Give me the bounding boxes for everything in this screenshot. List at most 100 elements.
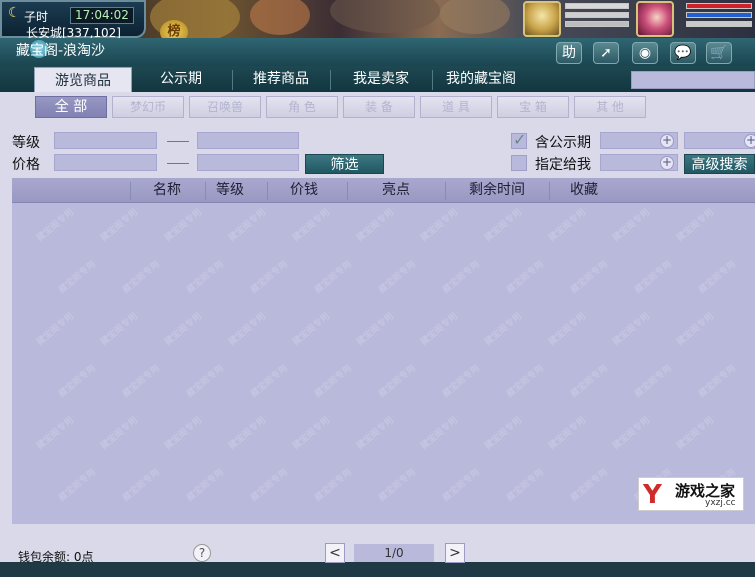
watermark-text: 藏宝阁专用	[377, 467, 418, 504]
column-level[interactable]: 等级	[205, 178, 255, 202]
watermark-text: 藏宝阁专用	[355, 311, 396, 348]
watermark-text: 藏宝阁专用	[121, 467, 162, 504]
watermark-text: 藏宝阁专用	[483, 207, 524, 244]
character-anger-bar	[686, 21, 752, 27]
pet-mp-bar	[565, 12, 629, 18]
watermark-text: 藏宝阁专用	[697, 259, 738, 296]
chat-button[interactable]: 💬	[670, 42, 696, 64]
goods-table: 名称 等级 价钱 亮点 剩余时间 收藏 藏宝阁专用 藏宝阁专用 藏宝阁专用 藏宝阁专用…	[12, 178, 755, 524]
watermark-text: 藏宝阁专用	[377, 363, 418, 400]
filter-button[interactable]: 筛选	[305, 154, 384, 174]
category-chests[interactable]: 宝 箱	[497, 96, 569, 118]
category-all[interactable]: 全 部	[35, 96, 107, 118]
crescent-moon-icon: ☾	[8, 5, 21, 21]
category-roles[interactable]: 角 色	[266, 96, 338, 118]
watermark-text: 藏宝阁专用	[441, 363, 482, 400]
watermark-text: 藏宝阁专用	[633, 363, 674, 400]
advanced-search-button[interactable]: 高级搜索	[684, 154, 755, 174]
game-clock: 17:04:02	[70, 7, 134, 24]
logo-subtext: yxzj.cc	[705, 498, 736, 508]
watermark-text: 藏宝阁专用	[35, 415, 76, 452]
window-title-bar[interactable]: 藏宝阁-浪淘沙 助 ➚ ◉ 💬 🛒	[0, 38, 755, 66]
wallet-balance: 钱包余额: 0点	[18, 550, 94, 564]
prev-page-button[interactable]: <	[325, 543, 345, 563]
column-price[interactable]: 价钱	[267, 178, 341, 202]
column-name[interactable]: 名称	[130, 178, 204, 202]
category-pets[interactable]: 召唤兽	[189, 96, 261, 118]
level-max-input[interactable]	[197, 132, 299, 149]
category-equipment[interactable]: 装 备	[343, 96, 415, 118]
pet-hp-bar	[565, 3, 629, 9]
cart-button[interactable]: 🛒	[706, 42, 732, 64]
record-button[interactable]: ◉	[632, 42, 658, 64]
category-other[interactable]: 其 他	[574, 96, 646, 118]
watermark-text: 藏宝阁专用	[291, 415, 332, 452]
column-remaining-time[interactable]: 剩余时间	[445, 178, 549, 202]
assign-to-me-checkbox[interactable]	[511, 155, 527, 171]
next-page-button[interactable]: >	[445, 543, 465, 563]
category-gold[interactable]: 梦幻币	[112, 96, 184, 118]
tab-seller[interactable]: 我是卖家	[338, 66, 424, 92]
include-public-label: 含公示期	[535, 135, 591, 151]
watermark-text: 藏宝阁专用	[121, 259, 162, 296]
watermark-text: 藏宝阁专用	[185, 363, 226, 400]
watermark-text: 藏宝阁专用	[291, 311, 332, 348]
column-highlights[interactable]: 亮点	[347, 178, 445, 202]
watermark-text: 藏宝阁专用	[675, 415, 716, 452]
tab-browse[interactable]: 游览商品	[34, 67, 132, 93]
tab-public[interactable]: 公示期	[140, 66, 222, 92]
watermark-text: 藏宝阁专用	[121, 363, 162, 400]
watermark-text: 藏宝阁专用	[611, 311, 652, 348]
price-max-input[interactable]	[197, 154, 299, 171]
category-items[interactable]: 道 具	[420, 96, 492, 118]
watermark-text: 藏宝阁专用	[313, 467, 354, 504]
plus-icon[interactable]: +	[660, 156, 674, 170]
share-button[interactable]: ➚	[593, 42, 619, 64]
tab-divider	[330, 70, 331, 90]
plus-icon[interactable]: +	[660, 134, 674, 148]
watermark-text: 藏宝阁专用	[249, 467, 290, 504]
character-hp-bar	[686, 3, 752, 9]
game-scene-background: ☾ 子时 17:04:02 长安城[337,102] 榜	[0, 0, 755, 44]
level-label: 等级	[12, 135, 40, 151]
scene-decoration	[440, 0, 510, 34]
watermark-text: 藏宝阁专用	[675, 311, 716, 348]
shichen-label: 子时	[24, 10, 49, 24]
watermark-text: 藏宝阁专用	[611, 415, 652, 452]
tab-divider	[432, 70, 433, 90]
watermark-text: 藏宝阁专用	[569, 467, 610, 504]
time-location-panel: ☾ 子时 17:04:02 长安城[337,102]	[0, 0, 146, 40]
watermark-text: 藏宝阁专用	[441, 467, 482, 504]
watermark-text: 藏宝阁专用	[35, 207, 76, 244]
watermark-text: 藏宝阁专用	[163, 207, 204, 244]
pet-exp-bar	[565, 21, 629, 27]
scene-decoration	[250, 0, 310, 35]
scene-decoration	[330, 0, 440, 33]
tab-my-pavilion[interactable]: 我的藏宝阁	[438, 66, 524, 92]
watermark-text: 藏宝阁专用	[569, 363, 610, 400]
watermark-text: 藏宝阁专用	[505, 259, 546, 296]
pet-portrait[interactable]	[523, 1, 561, 37]
tab-search-input[interactable]	[631, 71, 755, 89]
watermark-text: 藏宝阁专用	[697, 363, 738, 400]
watermark-text: 藏宝阁专用	[633, 259, 674, 296]
help-circle-icon[interactable]: ?	[193, 544, 211, 562]
watermark-text: 藏宝阁专用	[57, 363, 98, 400]
include-public-checkbox[interactable]	[511, 130, 527, 149]
tab-recommended[interactable]: 推荐商品	[240, 66, 322, 92]
column-favorite[interactable]: 收藏	[549, 178, 619, 202]
level-min-input[interactable]	[54, 132, 157, 149]
watermark-text: 藏宝阁专用	[313, 259, 354, 296]
watermark-text: 藏宝阁专用	[99, 207, 140, 244]
price-min-input[interactable]	[54, 154, 157, 171]
help-button[interactable]: 助	[556, 42, 582, 64]
watermark-text: 藏宝阁专用	[57, 467, 98, 504]
watermark-text: 藏宝阁专用	[99, 415, 140, 452]
character-portrait[interactable]	[636, 1, 674, 37]
watermark-text: 藏宝阁专用	[291, 207, 332, 244]
watermark-text: 藏宝阁专用	[547, 311, 588, 348]
watermark-text: 藏宝阁专用	[355, 207, 396, 244]
watermark-text: 藏宝阁专用	[483, 415, 524, 452]
watermark-text: 藏宝阁专用	[675, 207, 716, 244]
plus-icon[interactable]: +	[744, 134, 755, 148]
